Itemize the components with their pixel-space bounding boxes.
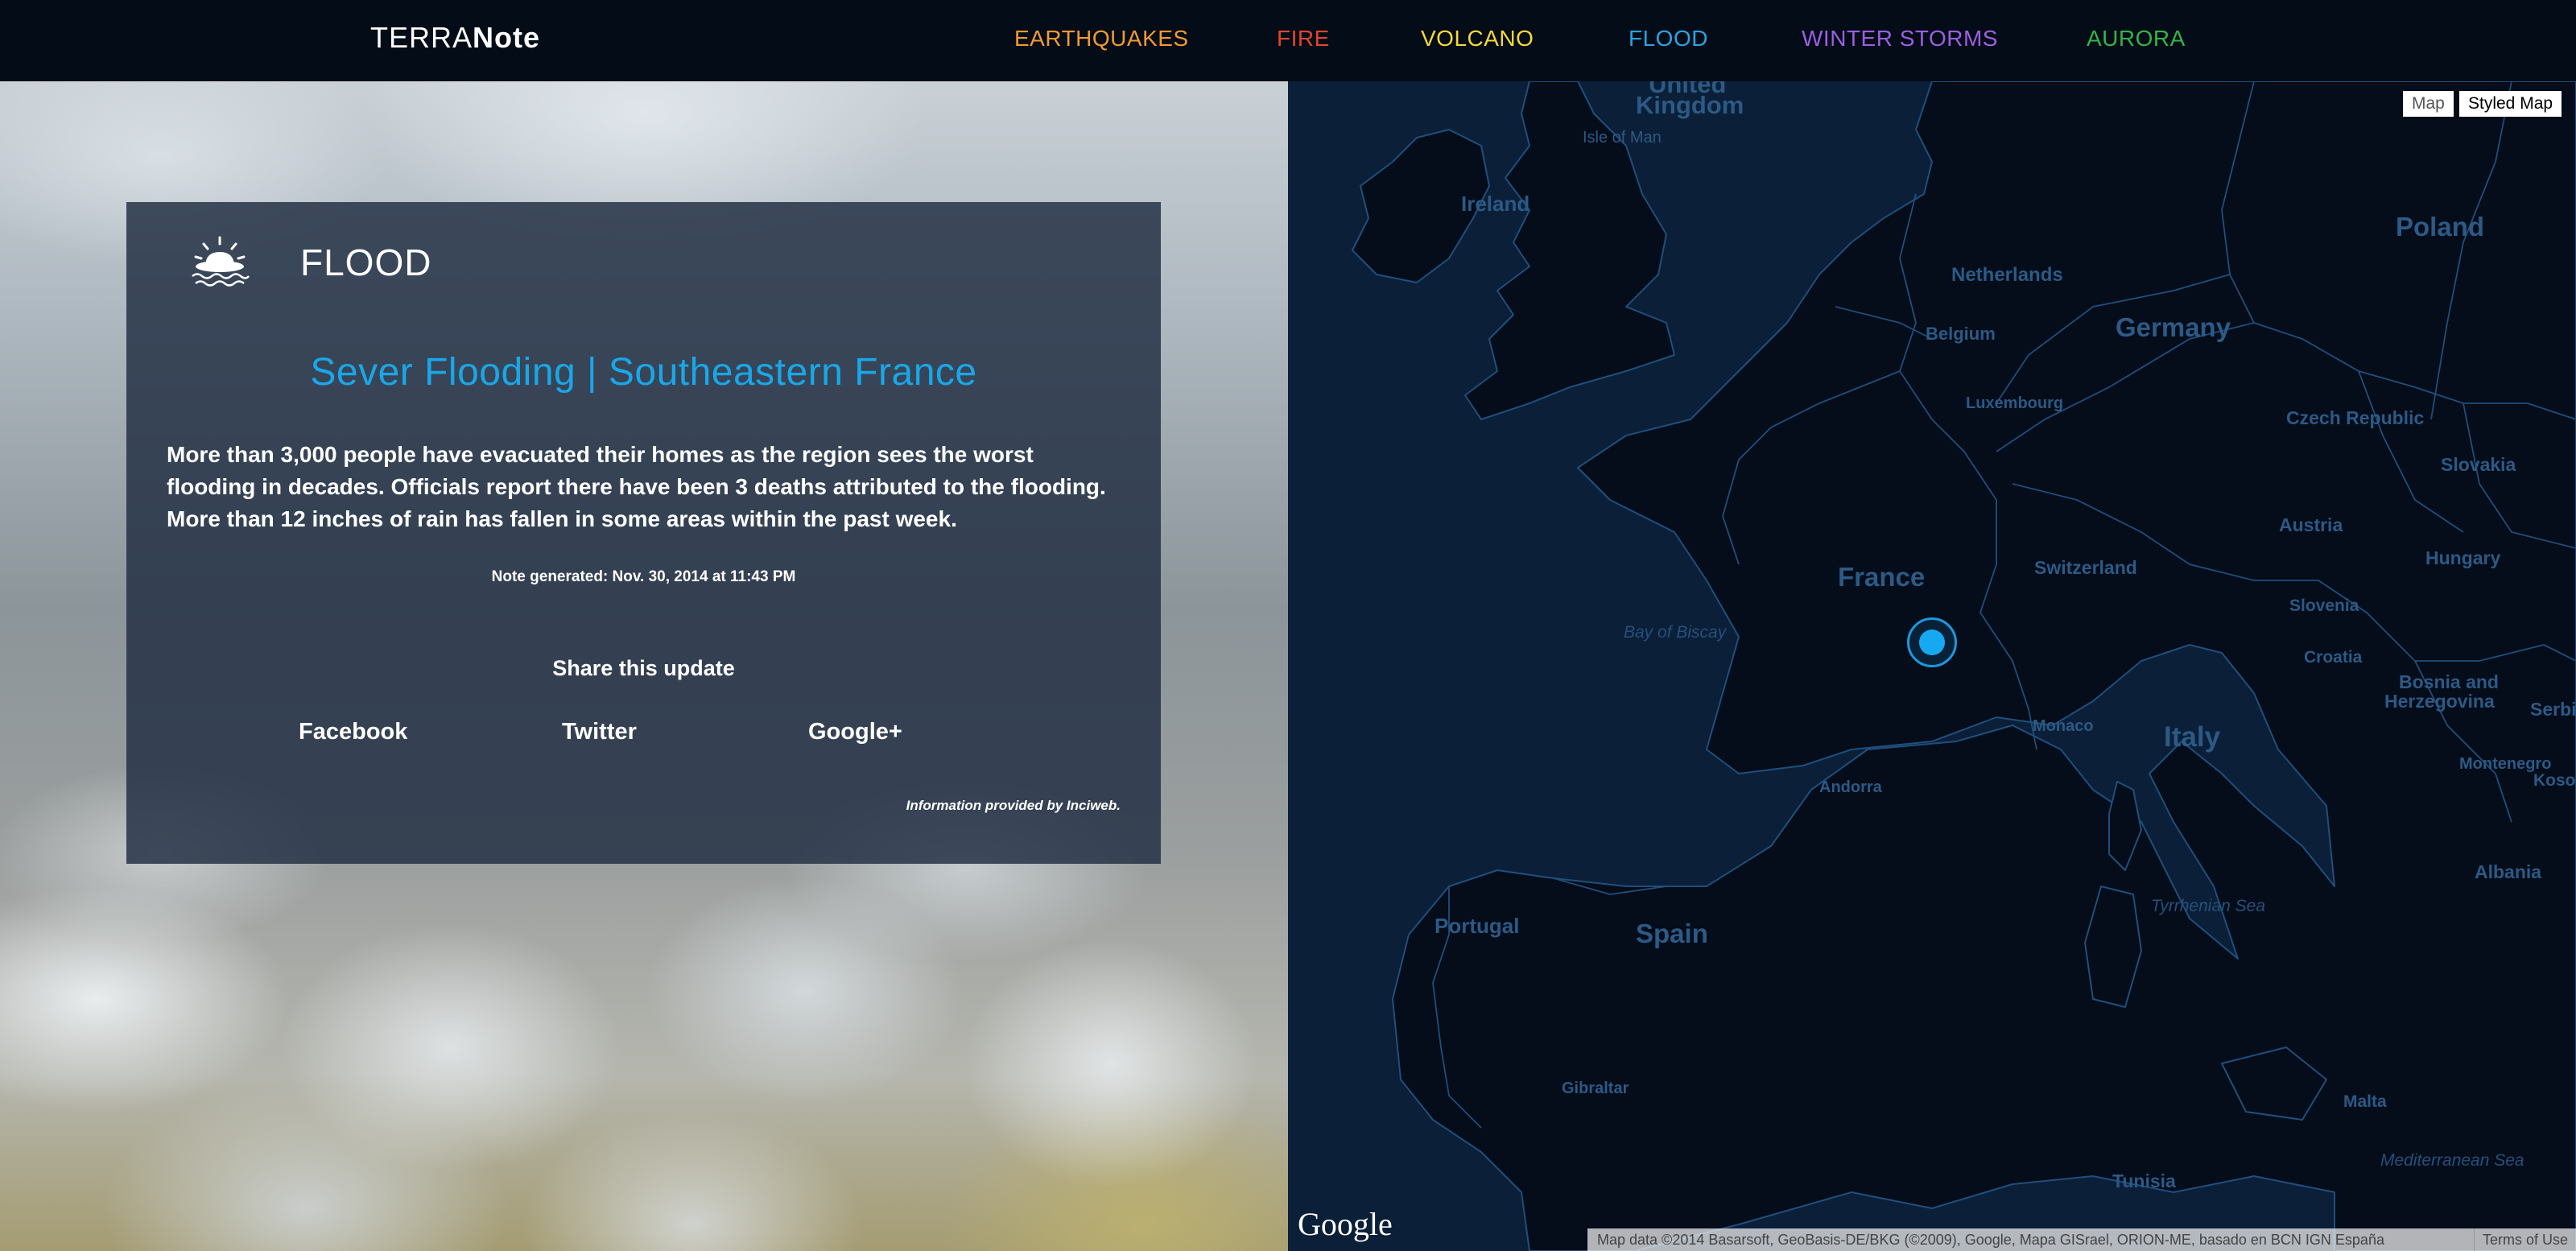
map-label-andorra: Andorra [1819, 778, 1882, 796]
map-label-bay-of-biscay: Bay of Biscay [1624, 623, 1727, 642]
map-label-tunisia: Tunisia [2112, 1170, 2176, 1191]
map-label-malta: Malta [2343, 1092, 2387, 1111]
nav-flood[interactable]: FLOOD [1629, 26, 1708, 52]
map-label-belgium: Belgium [1926, 324, 1996, 344]
map-label-spain: Spain [1636, 919, 1708, 948]
map-label-luxembourg: Luxembourg [1966, 394, 2064, 412]
nav-earthquakes[interactable]: EARTHQUAKES [1014, 26, 1189, 52]
note-timestamp: Note generated: Nov. 30, 2014 at 11:43 P… [491, 568, 796, 585]
share-heading: Share this update [552, 656, 735, 680]
category-nav: EARTHQUAKES FIRE VOLCANO FLOOD WINTER ST… [0, 26, 2576, 58]
share-googleplus-link[interactable]: Google+ [808, 719, 902, 745]
map-label-czech-republic: Czech Republic [2286, 407, 2425, 428]
map-label-serbia: Serbi [2530, 699, 2576, 720]
map-label-kosovo: Kosov [2533, 771, 2576, 790]
event-type-heading: FLOOD [300, 242, 432, 283]
map-label-monaco: Monaco [2033, 717, 2094, 735]
top-navigation-bar: TERRANote EARTHQUAKES FIRE VOLCANO FLOOD… [0, 0, 2576, 81]
flood-weather-icon [188, 234, 252, 291]
map-label-portugal: Portugal [1435, 914, 1520, 938]
map-label-slovenia: Slovenia [2289, 597, 2359, 615]
flood-note-card: FLOOD Sever Flooding | Southeastern Fran… [126, 202, 1161, 864]
nav-fire[interactable]: FIRE [1277, 26, 1330, 52]
map-label-gibraltar: Gibraltar [1562, 1080, 1629, 1097]
map-label-france: France [1838, 562, 1926, 592]
map-label-germany: Germany [2116, 312, 2231, 342]
nav-aurora[interactable]: AURORA [2087, 26, 2186, 52]
map-label-italy: Italy [2164, 721, 2221, 753]
share-facebook-link[interactable]: Facebook [299, 719, 407, 745]
nav-winter-storms[interactable]: WINTER STORMS [1802, 26, 1998, 52]
map-label-albania: Albania [2475, 861, 2542, 882]
google-logo[interactable]: Google [1298, 1205, 1393, 1243]
flood-location-marker[interactable] [1919, 630, 1945, 655]
map-label-mediterranean-sea: Mediterranean Sea [2380, 1151, 2524, 1170]
map-label-bosnia-line1: Bosnia and [2399, 671, 2499, 692]
map-type-styled-map-button[interactable]: Styled Map [2459, 91, 2562, 117]
map-label-netherlands: Netherlands [1951, 264, 2063, 286]
map-label-bosnia-line2: Herzegovina [2384, 691, 2495, 712]
share-twitter-link[interactable]: Twitter [562, 719, 637, 745]
map-label-croatia: Croatia [2304, 648, 2363, 667]
map-label-isle-of-man: Isle of Man [1583, 129, 1662, 147]
map-label-switzerland: Switzerland [2034, 557, 2137, 578]
map-label-hungary: Hungary [2425, 547, 2501, 568]
map-label-poland: Poland [2396, 212, 2485, 242]
map-type-map-button[interactable]: Map [2403, 91, 2454, 117]
event-description: More than 3,000 people have evacuated th… [167, 442, 1106, 531]
nav-volcano[interactable]: VOLCANO [1421, 26, 1534, 52]
map-label-slovakia: Slovakia [2441, 454, 2516, 475]
styled-map[interactable]: United Kingdom Isle of Man Ireland Nethe… [1288, 81, 2576, 1251]
map-label-austria: Austria [2279, 514, 2343, 535]
map-label-united-kingdom-line2: Kingdom [1636, 91, 1744, 119]
map-attribution-bar: Map data ©2014 Basarsoft, GeoBasis-DE/BK… [1587, 1228, 2576, 1251]
source-credit: Information provided by Inciweb. [906, 798, 1121, 813]
map-label-ireland: Ireland [1461, 192, 1530, 216]
event-title: Sever Flooding | Southeastern France [310, 351, 977, 394]
terms-of-use-link[interactable]: Terms of Use [2473, 1228, 2576, 1251]
map-label-tyrrhenian-sea: Tyrrhenian Sea [2151, 897, 2266, 915]
map-data-attribution: Map data ©2014 Basarsoft, GeoBasis-DE/BK… [1597, 1232, 2384, 1248]
